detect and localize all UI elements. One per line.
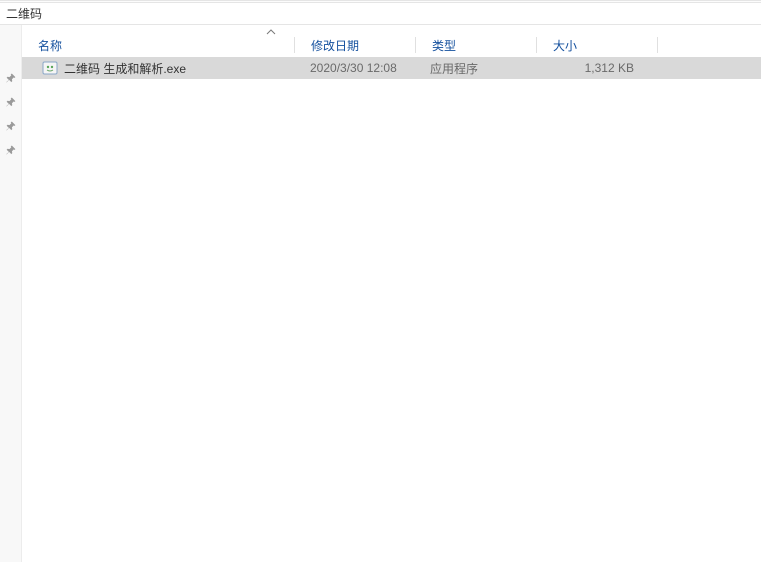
chevron-up-icon (266, 29, 276, 35)
column-header-type[interactable]: 类型 (416, 35, 536, 55)
exe-icon (42, 60, 58, 76)
column-header-size[interactable]: 大小 (537, 35, 657, 55)
column-header-date-label: 修改日期 (311, 37, 359, 54)
column-header-name-label: 名称 (38, 37, 62, 54)
file-name-cell: 二维码 生成和解析.exe (22, 60, 294, 77)
main-area: 名称 修改日期 类型 大小 (0, 25, 761, 562)
pin-icon[interactable] (6, 145, 16, 155)
file-list[interactable]: 二维码 生成和解析.exe 2020/3/30 12:08 应用程序 1,312… (22, 57, 761, 562)
pin-icon[interactable] (6, 121, 16, 131)
pin-icon[interactable] (6, 97, 16, 107)
file-type: 应用程序 (414, 60, 534, 77)
file-date: 2020/3/30 12:08 (294, 61, 414, 75)
columns-header: 名称 修改日期 类型 大小 (22, 25, 761, 57)
file-row[interactable]: 二维码 生成和解析.exe 2020/3/30 12:08 应用程序 1,312… (22, 57, 761, 79)
column-separator[interactable] (657, 37, 658, 53)
file-explorer-content: 名称 修改日期 类型 大小 (22, 25, 761, 562)
breadcrumb[interactable]: 二维码 (0, 3, 761, 25)
breadcrumb-current: 二维码 (6, 5, 42, 22)
column-header-date[interactable]: 修改日期 (295, 35, 415, 55)
column-header-name[interactable]: 名称 (22, 35, 294, 55)
file-size: 1,312 KB (534, 61, 654, 75)
quick-access-gutter (0, 25, 22, 562)
file-name: 二维码 生成和解析.exe (64, 60, 186, 77)
column-header-type-label: 类型 (432, 37, 456, 54)
pin-icon[interactable] (6, 73, 16, 83)
column-header-size-label: 大小 (553, 37, 577, 54)
